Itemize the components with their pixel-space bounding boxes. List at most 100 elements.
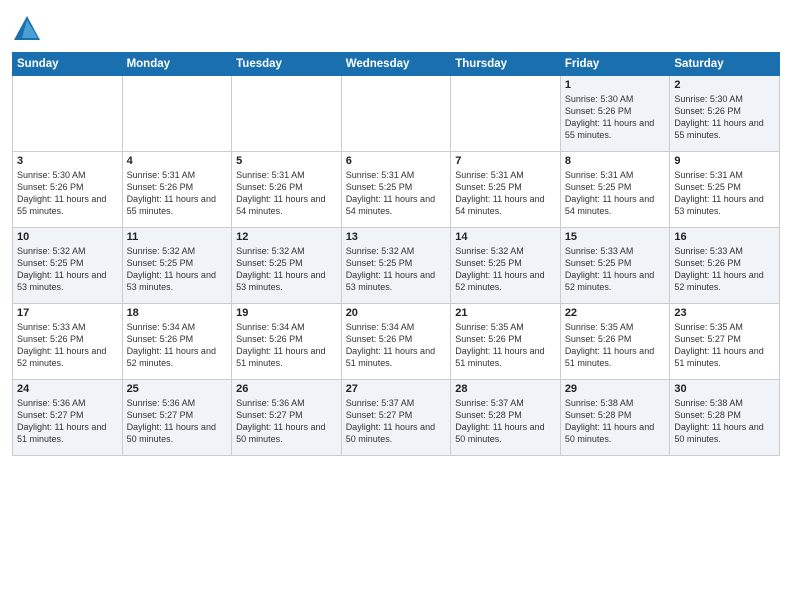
day-number: 17	[17, 307, 118, 319]
header-cell-sunday: Sunday	[13, 53, 123, 76]
day-cell: 25 Sunrise: 5:36 AM Sunset: 5:27 PM Dayli…	[122, 380, 232, 456]
day-number: 28	[455, 383, 556, 395]
day-info: Sunrise: 5:31 AM Sunset: 5:25 PM Dayligh…	[346, 169, 447, 218]
day-info: Sunrise: 5:32 AM Sunset: 5:25 PM Dayligh…	[455, 245, 556, 294]
week-row-4: 17 Sunrise: 5:33 AM Sunset: 5:26 PM Dayli…	[13, 304, 780, 380]
day-info: Sunrise: 5:33 AM Sunset: 5:26 PM Dayligh…	[17, 321, 118, 370]
day-number: 19	[236, 307, 337, 319]
day-cell: 3 Sunrise: 5:30 AM Sunset: 5:26 PM Daylig…	[13, 152, 123, 228]
day-info: Sunrise: 5:34 AM Sunset: 5:26 PM Dayligh…	[236, 321, 337, 370]
day-info: Sunrise: 5:30 AM Sunset: 5:26 PM Dayligh…	[565, 93, 666, 142]
day-info: Sunrise: 5:36 AM Sunset: 5:27 PM Dayligh…	[236, 397, 337, 446]
day-cell: 28 Sunrise: 5:37 AM Sunset: 5:28 PM Dayli…	[451, 380, 561, 456]
day-info: Sunrise: 5:30 AM Sunset: 5:26 PM Dayligh…	[17, 169, 118, 218]
day-cell: 12 Sunrise: 5:32 AM Sunset: 5:25 PM Dayli…	[232, 228, 342, 304]
day-info: Sunrise: 5:36 AM Sunset: 5:27 PM Dayligh…	[127, 397, 228, 446]
day-number: 9	[674, 155, 775, 167]
day-info: Sunrise: 5:32 AM Sunset: 5:25 PM Dayligh…	[17, 245, 118, 294]
day-number: 11	[127, 231, 228, 243]
day-number: 6	[346, 155, 447, 167]
day-number: 26	[236, 383, 337, 395]
header-cell-saturday: Saturday	[670, 53, 780, 76]
day-cell: 4Sunrise: 5:31 AM Sunset: 5:26 PM Daylig…	[122, 152, 232, 228]
day-number: 13	[346, 231, 447, 243]
day-cell: 10 Sunrise: 5:32 AM Sunset: 5:25 PM Dayli…	[13, 228, 123, 304]
day-number: 4	[127, 155, 228, 167]
day-cell	[232, 76, 342, 152]
day-number: 27	[346, 383, 447, 395]
day-cell	[13, 76, 123, 152]
day-info: Sunrise: 5:31 AM Sunset: 5:25 PM Dayligh…	[674, 169, 775, 218]
day-cell: 14 Sunrise: 5:32 AM Sunset: 5:25 PM Dayli…	[451, 228, 561, 304]
day-number: 22	[565, 307, 666, 319]
day-number: 15	[565, 231, 666, 243]
day-cell: 6 Sunrise: 5:31 AM Sunset: 5:25 PM Daylig…	[341, 152, 451, 228]
day-number: 21	[455, 307, 556, 319]
week-row-2: 3 Sunrise: 5:30 AM Sunset: 5:26 PM Daylig…	[13, 152, 780, 228]
header-row: SundayMondayTuesdayWednesdayThursdayFrid…	[13, 53, 780, 76]
day-cell: 1 Sunrise: 5:30 AM Sunset: 5:26 PM Daylig…	[560, 76, 670, 152]
day-info: Sunrise: 5:38 AM Sunset: 5:28 PM Dayligh…	[674, 397, 775, 446]
header	[12, 10, 780, 44]
day-number: 23	[674, 307, 775, 319]
day-number: 8	[565, 155, 666, 167]
day-number: 1	[565, 79, 666, 91]
day-cell: 8Sunrise: 5:31 AM Sunset: 5:25 PM Daylig…	[560, 152, 670, 228]
day-info: Sunrise: 5:38 AM Sunset: 5:28 PM Dayligh…	[565, 397, 666, 446]
day-info: Sunrise: 5:34 AM Sunset: 5:26 PM Dayligh…	[127, 321, 228, 370]
day-info: Sunrise: 5:32 AM Sunset: 5:25 PM Dayligh…	[346, 245, 447, 294]
day-info: Sunrise: 5:34 AM Sunset: 5:26 PM Dayligh…	[346, 321, 447, 370]
day-number: 5	[236, 155, 337, 167]
day-info: Sunrise: 5:33 AM Sunset: 5:26 PM Dayligh…	[674, 245, 775, 294]
calendar-body: 1 Sunrise: 5:30 AM Sunset: 5:26 PM Daylig…	[13, 76, 780, 456]
day-cell: 18 Sunrise: 5:34 AM Sunset: 5:26 PM Dayli…	[122, 304, 232, 380]
header-cell-friday: Friday	[560, 53, 670, 76]
day-info: Sunrise: 5:37 AM Sunset: 5:28 PM Dayligh…	[455, 397, 556, 446]
day-info: Sunrise: 5:33 AM Sunset: 5:25 PM Dayligh…	[565, 245, 666, 294]
day-cell: 16 Sunrise: 5:33 AM Sunset: 5:26 PM Dayli…	[670, 228, 780, 304]
day-info: Sunrise: 5:35 AM Sunset: 5:27 PM Dayligh…	[674, 321, 775, 370]
day-info: Sunrise: 5:31 AM Sunset: 5:25 PM Dayligh…	[455, 169, 556, 218]
day-cell: 30 Sunrise: 5:38 AM Sunset: 5:28 PM Dayli…	[670, 380, 780, 456]
day-number: 20	[346, 307, 447, 319]
header-cell-tuesday: Tuesday	[232, 53, 342, 76]
day-info: Sunrise: 5:31 AM Sunset: 5:26 PM Dayligh…	[236, 169, 337, 218]
day-cell: 15 Sunrise: 5:33 AM Sunset: 5:25 PM Dayli…	[560, 228, 670, 304]
day-info: Sunrise: 5:32 AM Sunset: 5:25 PM Dayligh…	[127, 245, 228, 294]
day-number: 25	[127, 383, 228, 395]
day-cell: 29 Sunrise: 5:38 AM Sunset: 5:28 PM Dayli…	[560, 380, 670, 456]
day-cell: 13 Sunrise: 5:32 AM Sunset: 5:25 PM Dayli…	[341, 228, 451, 304]
day-cell: 7 Sunrise: 5:31 AM Sunset: 5:25 PM Daylig…	[451, 152, 561, 228]
day-info: Sunrise: 5:36 AM Sunset: 5:27 PM Dayligh…	[17, 397, 118, 446]
day-number: 29	[565, 383, 666, 395]
day-number: 7	[455, 155, 556, 167]
day-cell: 2 Sunrise: 5:30 AM Sunset: 5:26 PM Daylig…	[670, 76, 780, 152]
day-info: Sunrise: 5:30 AM Sunset: 5:26 PM Dayligh…	[674, 93, 775, 142]
day-info: Sunrise: 5:32 AM Sunset: 5:25 PM Dayligh…	[236, 245, 337, 294]
day-cell: 5 Sunrise: 5:31 AM Sunset: 5:26 PM Daylig…	[232, 152, 342, 228]
day-number: 10	[17, 231, 118, 243]
logo-icon	[12, 14, 42, 44]
day-number: 30	[674, 383, 775, 395]
day-cell	[122, 76, 232, 152]
day-number: 12	[236, 231, 337, 243]
day-number: 3	[17, 155, 118, 167]
calendar-header: SundayMondayTuesdayWednesdayThursdayFrid…	[13, 53, 780, 76]
day-cell: 22 Sunrise: 5:35 AM Sunset: 5:26 PM Dayli…	[560, 304, 670, 380]
day-number: 18	[127, 307, 228, 319]
day-info: Sunrise: 5:35 AM Sunset: 5:26 PM Dayligh…	[565, 321, 666, 370]
day-cell: 23 Sunrise: 5:35 AM Sunset: 5:27 PM Dayli…	[670, 304, 780, 380]
day-number: 16	[674, 231, 775, 243]
day-number: 2	[674, 79, 775, 91]
header-cell-monday: Monday	[122, 53, 232, 76]
day-cell: 27Sunrise: 5:37 AM Sunset: 5:27 PM Dayli…	[341, 380, 451, 456]
calendar-table: SundayMondayTuesdayWednesdayThursdayFrid…	[12, 52, 780, 456]
day-cell: 19 Sunrise: 5:34 AM Sunset: 5:26 PM Dayli…	[232, 304, 342, 380]
day-number: 14	[455, 231, 556, 243]
page-container: SundayMondayTuesdayWednesdayThursdayFrid…	[0, 0, 792, 464]
day-cell: 26 Sunrise: 5:36 AM Sunset: 5:27 PM Dayli…	[232, 380, 342, 456]
day-cell: 24Sunrise: 5:36 AM Sunset: 5:27 PM Dayli…	[13, 380, 123, 456]
day-cell: 21Sunrise: 5:35 AM Sunset: 5:26 PM Dayli…	[451, 304, 561, 380]
day-cell: 11 Sunrise: 5:32 AM Sunset: 5:25 PM Dayli…	[122, 228, 232, 304]
week-row-5: 24Sunrise: 5:36 AM Sunset: 5:27 PM Dayli…	[13, 380, 780, 456]
